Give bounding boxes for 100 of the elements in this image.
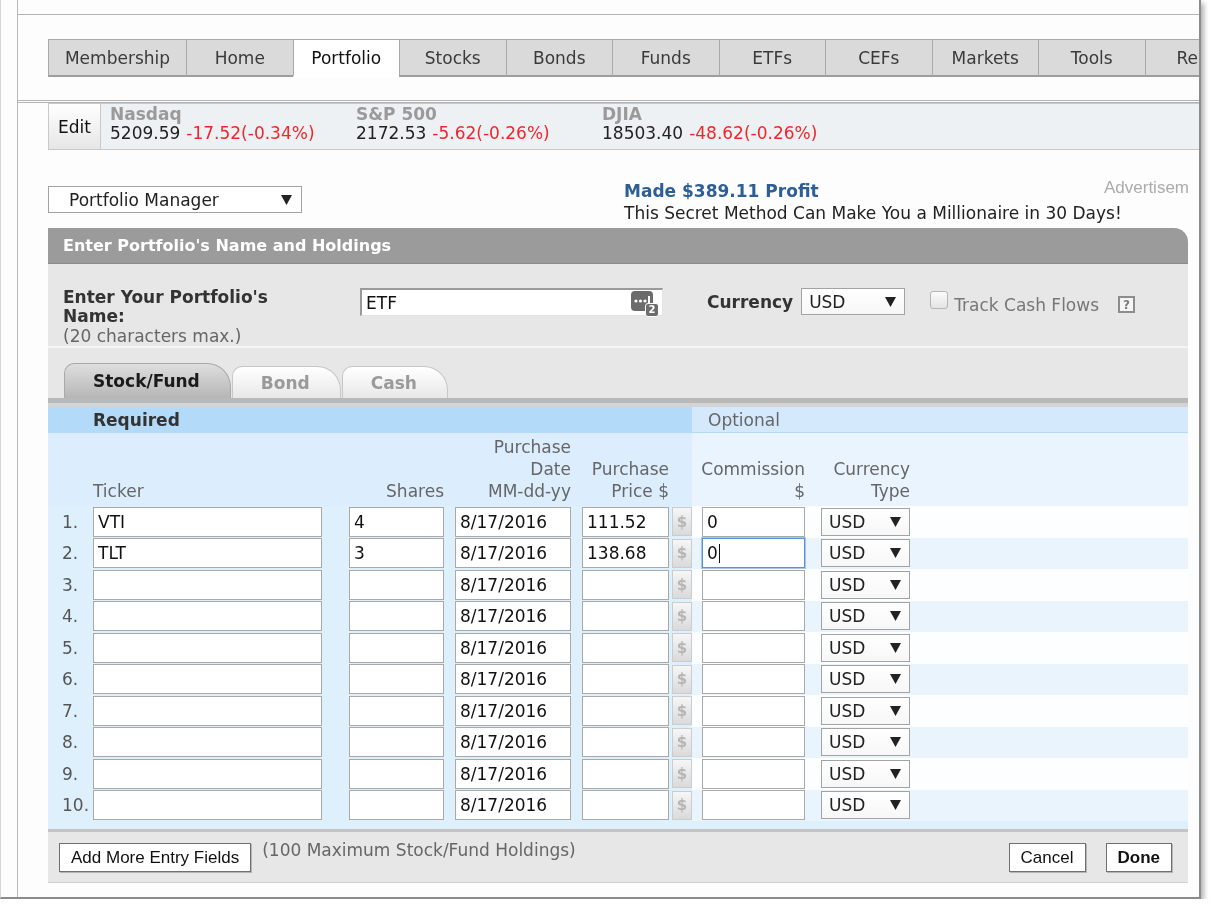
name-label: Enter Your Portfolio's Name:: [63, 288, 269, 326]
ticker-field[interactable]: VTI: [93, 506, 322, 537]
ad-headline[interactable]: Made $389.11 Profit: [624, 180, 819, 202]
column-heading: Currency Type: [832, 458, 910, 502]
date-field[interactable]: 8/17/2016: [455, 538, 571, 569]
nav-tab[interactable]: Portfolio: [292, 39, 399, 77]
commission-field[interactable]: [702, 790, 805, 821]
currency-select[interactable]: USD: [821, 696, 910, 725]
date-field[interactable]: 8/17/2016: [455, 695, 571, 726]
caret-icon: [890, 768, 901, 779]
price-field[interactable]: 138.68: [582, 538, 669, 569]
commission-field[interactable]: [702, 569, 805, 600]
commission-field[interactable]: [702, 758, 805, 789]
ticker-field[interactable]: [93, 632, 322, 663]
shares-field[interactable]: [349, 632, 444, 663]
ticker-field[interactable]: [93, 569, 322, 600]
nav-tab[interactable]: Funds: [612, 39, 719, 77]
nav-tab[interactable]: Re: [1144, 39, 1199, 77]
price-field[interactable]: [582, 695, 669, 726]
column-heading: Shares: [386, 480, 444, 502]
shares-field[interactable]: [349, 601, 444, 632]
row-number: 3.: [62, 574, 79, 595]
currency-select[interactable]: USD: [821, 602, 910, 631]
date-field[interactable]: 8/17/2016: [455, 632, 571, 663]
shares-field[interactable]: 4: [349, 506, 444, 537]
date-field[interactable]: 8/17/2016: [455, 601, 571, 632]
nav-tab[interactable]: Stocks: [399, 39, 506, 77]
help-button[interactable]: ?: [1118, 296, 1135, 313]
currency-select[interactable]: USD: [821, 507, 910, 536]
index-change: -17.52(-0.34%): [186, 124, 315, 143]
portfolio-dropdown[interactable]: Portfolio Manager: [48, 186, 302, 213]
commission-field[interactable]: [702, 632, 805, 663]
name-field[interactable]: ETF 2: [360, 288, 663, 316]
shares-field[interactable]: [349, 664, 444, 695]
done-button[interactable]: Done: [1105, 843, 1172, 872]
footer-note: (100 Maximum Stock/Fund Holdings): [262, 839, 576, 861]
price-field[interactable]: [582, 601, 669, 632]
nav-tab[interactable]: CEFs: [825, 39, 932, 77]
commission-field[interactable]: [702, 664, 805, 695]
shares-field[interactable]: 3: [349, 538, 444, 569]
nav-tab[interactable]: ETFs: [718, 39, 825, 77]
shares-field[interactable]: [349, 569, 444, 600]
ticker-field[interactable]: [93, 758, 322, 789]
date-field[interactable]: 8/17/2016: [455, 727, 571, 758]
date-field[interactable]: 8/17/2016: [455, 758, 571, 789]
shares-field[interactable]: [349, 695, 444, 726]
currency-select[interactable]: USD: [801, 288, 906, 315]
date-field[interactable]: 8/17/2016: [455, 790, 571, 821]
price-field[interactable]: [582, 790, 669, 821]
shares-field[interactable]: [349, 758, 444, 789]
price-field[interactable]: [582, 664, 669, 695]
price-field[interactable]: 111.52: [582, 506, 669, 537]
currency-select[interactable]: USD: [821, 633, 910, 662]
price-field[interactable]: [582, 569, 669, 600]
shares-field[interactable]: [349, 790, 444, 821]
caret-icon: [890, 579, 901, 590]
ticker-field[interactable]: [93, 727, 322, 758]
ad-label: Advertisem: [1103, 178, 1189, 198]
currency-select[interactable]: USD: [821, 791, 910, 820]
currency-select[interactable]: USD: [821, 665, 910, 694]
nav-tab[interactable]: Tools: [1038, 39, 1145, 77]
index-name: DJIA: [602, 105, 642, 124]
column-heading: Purchase Date MM-dd-yy: [487, 436, 571, 502]
date-field[interactable]: 8/17/2016: [455, 506, 571, 537]
price-field[interactable]: [582, 632, 669, 663]
ticker-field[interactable]: [93, 601, 322, 632]
price-field[interactable]: [582, 758, 669, 789]
count-badge: 2: [645, 303, 659, 317]
caret-icon: [890, 737, 901, 748]
date-field[interactable]: 8/17/2016: [455, 664, 571, 695]
column-heading: Ticker: [93, 480, 144, 502]
commission-field[interactable]: [702, 727, 805, 758]
cancel-button[interactable]: Cancel: [1008, 843, 1086, 872]
nav-tab[interactable]: Bonds: [505, 39, 612, 77]
row-number: 9.: [62, 763, 79, 784]
commission-field[interactable]: 0: [702, 506, 805, 537]
asset-tab[interactable]: Stock/Fund: [64, 363, 231, 398]
currency-select[interactable]: USD: [821, 539, 910, 568]
commission-field[interactable]: [702, 695, 805, 726]
shares-field[interactable]: [349, 727, 444, 758]
ticker-field[interactable]: [93, 695, 322, 726]
ticker-field[interactable]: [93, 790, 322, 821]
caret-icon: [890, 705, 901, 716]
nav-tab[interactable]: Home: [186, 39, 293, 77]
currency-select[interactable]: USD: [821, 728, 910, 757]
add-fields-button[interactable]: Add More Entry Fields: [59, 843, 252, 872]
date-field[interactable]: 8/17/2016: [455, 569, 571, 600]
currency-select[interactable]: USD: [821, 570, 910, 599]
index-value: 5209.59: [110, 124, 181, 143]
ticker-field[interactable]: TLT: [93, 538, 322, 569]
row-number: 6.: [62, 669, 79, 690]
currency-select[interactable]: USD: [821, 759, 910, 788]
commission-field[interactable]: 0: [702, 538, 805, 569]
edit-button[interactable]: Edit: [48, 103, 100, 150]
price-field[interactable]: [582, 727, 669, 758]
nav-tab[interactable]: Markets: [931, 39, 1038, 77]
checkbox[interactable]: [930, 291, 949, 309]
commission-field[interactable]: [702, 601, 805, 632]
nav-tab[interactable]: Membership: [48, 39, 186, 77]
ticker-field[interactable]: [93, 664, 322, 695]
